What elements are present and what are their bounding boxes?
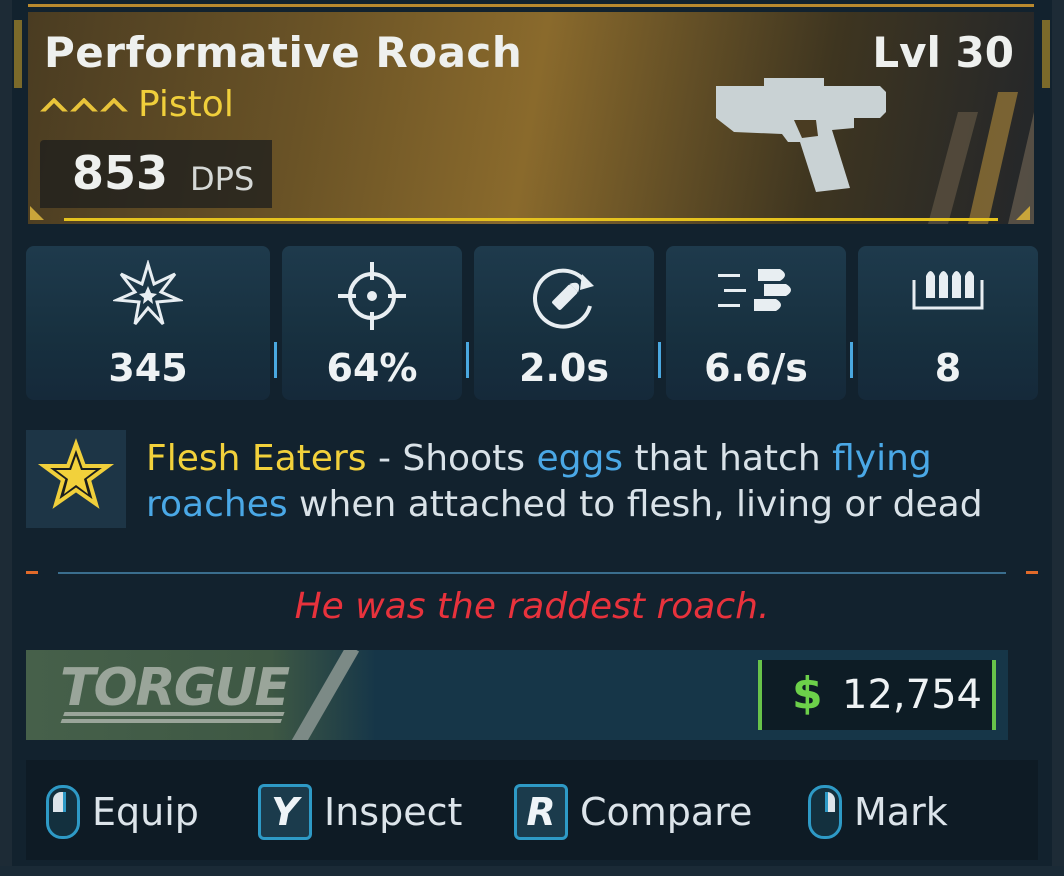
hazard-stripes-icon: [928, 92, 1034, 224]
dps-unit: DPS: [190, 160, 255, 198]
reload-icon: [533, 268, 594, 329]
equip-action[interactable]: Equip: [46, 784, 199, 840]
inspect-action[interactable]: Y Inspect: [258, 784, 462, 840]
inspect-label: Inspect: [324, 790, 463, 834]
stat-reload-value: 2.0s: [519, 346, 609, 390]
perk-description: Flesh Eaters - Shoots eggs that hatch fl…: [146, 436, 1016, 528]
action-bar: Equip Y Inspect R Compare Mark: [26, 760, 1038, 860]
stat-divider: [658, 342, 661, 378]
item-type: Pistol: [138, 84, 234, 125]
stat-magazine: 8: [858, 246, 1038, 400]
card-bottom-edge: [0, 866, 1064, 876]
flavor-text: He was the raddest roach.: [294, 586, 770, 627]
header-corner-left: [30, 206, 44, 220]
perk-name: Flesh Eaters: [146, 438, 367, 479]
stat-accuracy: 64%: [282, 246, 462, 400]
manufacturer-logo: TORGUE: [60, 658, 290, 718]
key-r-icon: R: [514, 784, 568, 840]
pistol-icon: [716, 78, 886, 192]
price-box: $ 12,754: [758, 660, 996, 730]
stat-magazine-value: 8: [934, 346, 962, 390]
damage-burst-icon: [113, 260, 183, 326]
header-top-accent: [28, 4, 1034, 7]
star-badge-icon: [37, 438, 115, 509]
stat-accuracy-value: 64%: [326, 346, 418, 390]
separator-tick-left: [26, 571, 38, 574]
separator-tick-right: [1026, 571, 1038, 574]
stat-damage-value: 345: [108, 346, 188, 390]
mark-action[interactable]: Mark: [808, 784, 948, 840]
currency-icon: $: [792, 668, 823, 719]
mouse-left-icon: [46, 785, 80, 839]
rarity-chevrons-icon: [40, 97, 128, 112]
mouse-right-icon: [808, 785, 842, 839]
compare-action[interactable]: R Compare: [514, 784, 752, 840]
rarity-row: Pistol: [40, 84, 234, 125]
price-value: 12,754: [842, 672, 982, 718]
perk-text-3: when attached to flesh, living or dead: [287, 484, 983, 525]
mark-label: Mark: [854, 790, 948, 834]
stat-divider: [274, 342, 277, 378]
stat-divider: [466, 342, 469, 378]
compare-label: Compare: [580, 790, 753, 834]
manufacturer-logo-stripes: [59, 712, 285, 726]
stat-fire-rate-value: 6.6/s: [704, 346, 808, 390]
fire-rate-icon: [718, 269, 791, 311]
header-left-accent: [14, 20, 22, 88]
item-name: Performative Roach: [44, 28, 523, 77]
perk-text-2: that hatch: [623, 438, 833, 479]
header-right-accent: [1042, 20, 1050, 88]
dps-box: 853 DPS: [40, 140, 272, 208]
stat-reload: 2.0s: [474, 246, 654, 400]
accuracy-crosshair-icon: [338, 262, 406, 330]
perk-dash: -: [366, 438, 403, 479]
stat-fire-rate: 6.6/s: [666, 246, 846, 400]
stat-damage: 345: [26, 246, 270, 400]
separator-line: [58, 572, 1006, 574]
perk-text-1: Shoots: [402, 438, 537, 479]
header-bottom-line: [64, 218, 998, 221]
stats-row: 345 64% 2.0s 6.6/s 8: [26, 246, 1038, 400]
item-header: Performative Roach Lvl 30 Pistol 853 DPS: [28, 12, 1034, 224]
dps-value: 853: [72, 146, 169, 200]
perk-highlight-eggs: eggs: [536, 438, 624, 479]
key-y-icon: Y: [258, 784, 312, 840]
stat-divider: [850, 342, 853, 378]
header-corner-right: [1016, 206, 1030, 220]
perk-icon-box: [26, 430, 126, 528]
magazine-icon: [912, 271, 984, 310]
equip-label: Equip: [92, 790, 199, 834]
